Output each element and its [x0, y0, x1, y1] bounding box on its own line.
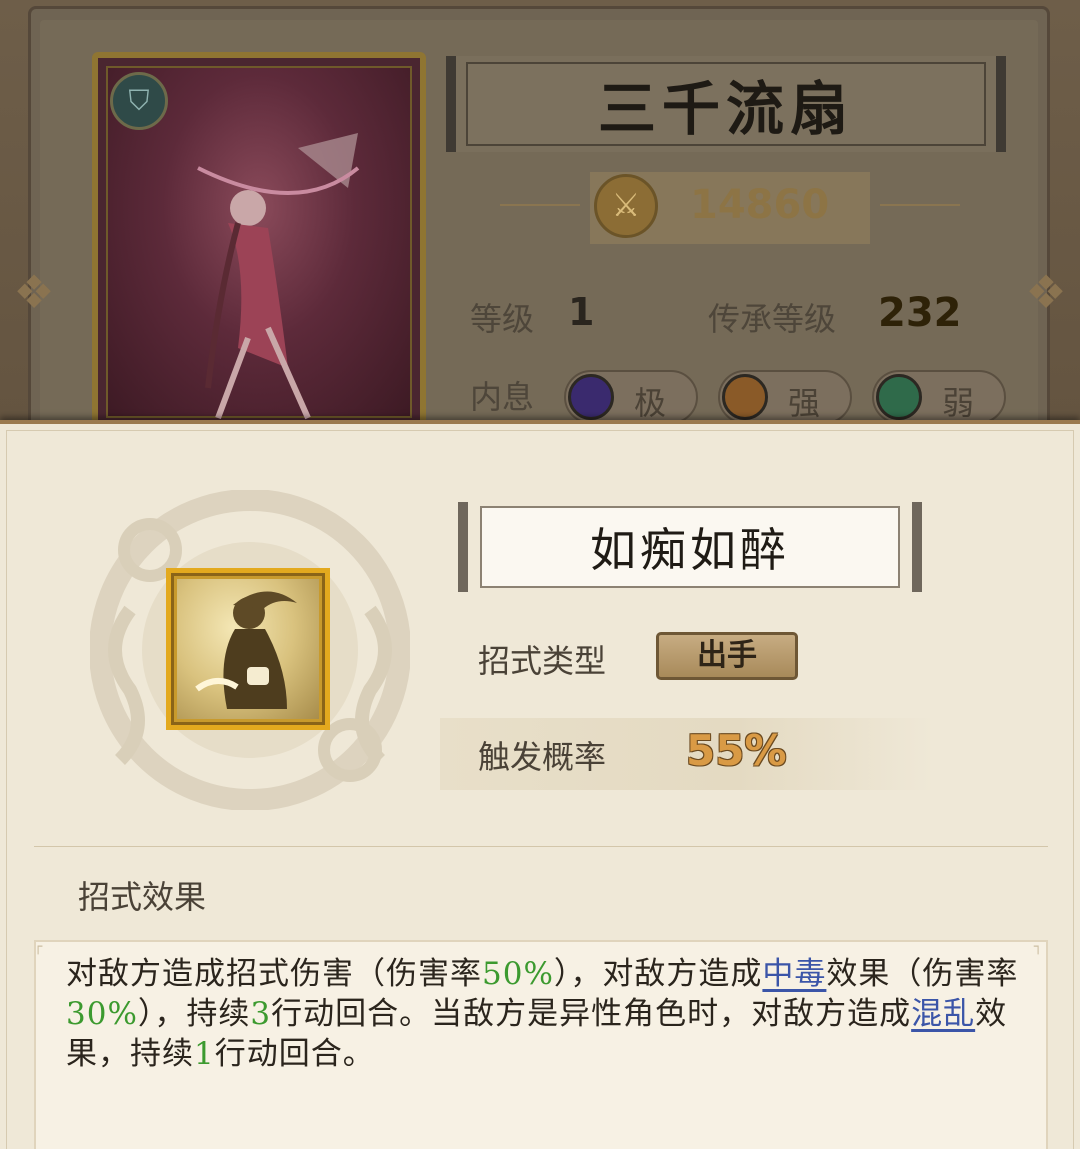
energy-grade-1: 极: [634, 384, 667, 422]
energy-pill-3[interactable]: 弱: [872, 370, 1006, 424]
hero-card-portrait: ⛉: [92, 52, 426, 432]
effect-description: 对敌方造成招式伤害（伤害率50%），对敌方造成中毒效果（伤害率30%），持续3行…: [66, 956, 1019, 1072]
divider: [34, 846, 1048, 847]
stat-row: 等级 1 传承等级 232: [470, 290, 1010, 340]
energy-label: 内息: [470, 378, 535, 416]
next-arrow-icon[interactable]: ❖: [1016, 262, 1076, 322]
level-value: 1: [568, 290, 595, 334]
skill-name-plate: 如痴如醉: [458, 502, 922, 592]
effect-heading: 招式效果: [78, 878, 207, 916]
inherit-level-label: 传承等级: [708, 300, 837, 338]
energy-grade-2: 强: [788, 384, 821, 422]
skill-name: 如痴如醉: [590, 523, 790, 577]
sun-orb-icon: [722, 374, 768, 420]
skill-icon: [166, 568, 330, 730]
inherit-level-value: 232: [878, 290, 962, 336]
drinking-figure-icon: [195, 591, 297, 709]
poison-effect-link[interactable]: 中毒: [762, 956, 826, 992]
level-label: 等级: [470, 300, 535, 338]
ring-orb-icon: [876, 374, 922, 420]
trigger-rate-label: 触发概率: [478, 738, 607, 776]
previous-arrow-icon[interactable]: ❖: [4, 262, 64, 322]
moon-orb-icon: [568, 374, 614, 420]
energy-row: 内息 极 强 弱: [470, 368, 1030, 428]
energy-pill-1[interactable]: 极: [564, 370, 698, 424]
trigger-rate-value: 55%: [686, 726, 787, 775]
energy-pill-2[interactable]: 强: [718, 370, 852, 424]
card-name-plate: 三千流扇: [446, 56, 1006, 152]
power-sword-icon: ⚔: [594, 174, 658, 238]
skill-type-label: 招式类型: [478, 642, 607, 680]
confusion-effect-link[interactable]: 混乱: [911, 996, 975, 1032]
corner-ornament-icon: ┌: [34, 939, 43, 955]
corner-ornament-icon: ┐: [1034, 939, 1043, 955]
hero-figure-icon: [197, 133, 360, 420]
skill-detail-popup: 如痴如醉 招式类型 出手 触发概率 55% 招式效果 ┌ ┐ 对敌方造成招式伤害…: [0, 420, 1080, 1149]
power-row: ⚔ 14860: [500, 168, 960, 244]
energy-grade-3: 弱: [942, 384, 975, 422]
fan-class-icon: ⛉: [110, 72, 168, 130]
power-value: 14860: [690, 182, 830, 228]
skill-type-tag: 出手: [656, 632, 798, 680]
card-name: 三千流扇: [597, 75, 854, 143]
